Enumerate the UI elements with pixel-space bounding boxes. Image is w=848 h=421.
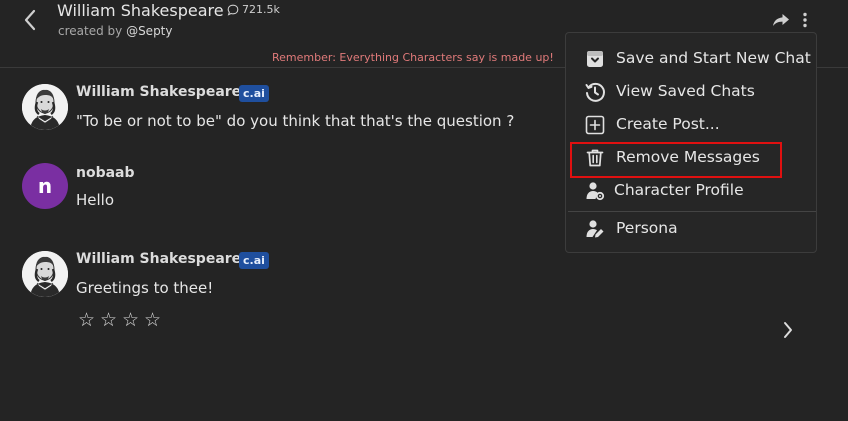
chat-bubble-icon — [227, 4, 239, 16]
menu-item-character-profile[interactable]: Character Profile — [566, 175, 816, 206]
rating-stars: ☆ ☆ ☆ ☆ — [78, 309, 162, 331]
menu-item-label: Create Post... — [616, 115, 720, 133]
menu-item-save-and-start-new-chat[interactable]: Save and Start New Chat — [566, 43, 816, 74]
message-author: William Shakespeare — [76, 84, 242, 100]
user-gear-icon — [584, 180, 606, 202]
menu-item-label: Save and Start New Chat — [616, 49, 811, 67]
message-item: n nobaab Hello — [22, 163, 322, 213]
cai-badge: c.ai — [239, 252, 269, 269]
save-box-icon — [584, 48, 606, 70]
share-arrow-icon — [773, 14, 789, 26]
message-text: "To be or not to be" do you think that t… — [76, 112, 515, 130]
user-edit-icon — [584, 218, 606, 240]
message-item: William Shakespeare c.ai "To be or not t… — [22, 84, 542, 134]
options-menu: Save and Start New Chat View Saved Chats… — [565, 32, 817, 253]
cai-badge: c.ai — [239, 85, 269, 102]
menu-item-label: View Saved Chats — [616, 82, 755, 100]
star-4-icon[interactable]: ☆ — [144, 309, 162, 331]
avatar[interactable] — [22, 84, 68, 130]
trash-icon — [584, 147, 606, 169]
avatar[interactable] — [22, 251, 68, 297]
star-2-icon[interactable]: ☆ — [100, 309, 118, 331]
menu-item-label: Remove Messages — [616, 148, 760, 166]
plus-square-icon — [584, 114, 606, 136]
message-text: Greetings to thee! — [76, 279, 214, 297]
chevron-left-icon — [24, 9, 36, 31]
menu-item-persona[interactable]: Persona — [566, 213, 816, 244]
message-text: Hello — [76, 191, 115, 209]
creator-line: created by @Septy — [58, 24, 173, 38]
star-1-icon[interactable]: ☆ — [78, 309, 96, 331]
character-title[interactable]: William Shakespeare — [57, 1, 224, 20]
interaction-count-value: 721.5k — [242, 3, 280, 16]
menu-divider — [568, 211, 816, 212]
menu-item-label: Persona — [616, 219, 678, 237]
back-button[interactable] — [18, 6, 42, 34]
history-icon — [584, 81, 606, 103]
interaction-count: 721.5k — [227, 3, 280, 16]
shakespeare-portrait-icon — [22, 251, 68, 297]
menu-item-create-post[interactable]: Create Post... — [566, 109, 816, 140]
menu-item-label: Character Profile — [614, 181, 744, 199]
star-3-icon[interactable]: ☆ — [122, 309, 140, 331]
message-author: nobaab — [76, 165, 135, 181]
menu-item-remove-messages[interactable]: Remove Messages — [566, 142, 816, 173]
shakespeare-portrait-icon — [22, 84, 68, 130]
next-response-button[interactable] — [779, 319, 797, 341]
creator-prefix: created by — [58, 24, 127, 38]
vertical-dots-icon — [803, 12, 807, 28]
message-author: William Shakespeare — [76, 251, 242, 267]
message-item: William Shakespeare c.ai Greetings to th… — [22, 251, 322, 336]
avatar[interactable]: n — [22, 163, 68, 209]
chevron-right-icon — [784, 322, 792, 338]
creator-handle[interactable]: @Septy — [126, 24, 172, 38]
menu-item-view-saved-chats[interactable]: View Saved Chats — [566, 76, 816, 107]
more-options-button[interactable] — [798, 11, 812, 29]
share-button[interactable] — [771, 12, 791, 28]
disclaimer-text: Remember: Everything Characters say is m… — [272, 51, 554, 64]
